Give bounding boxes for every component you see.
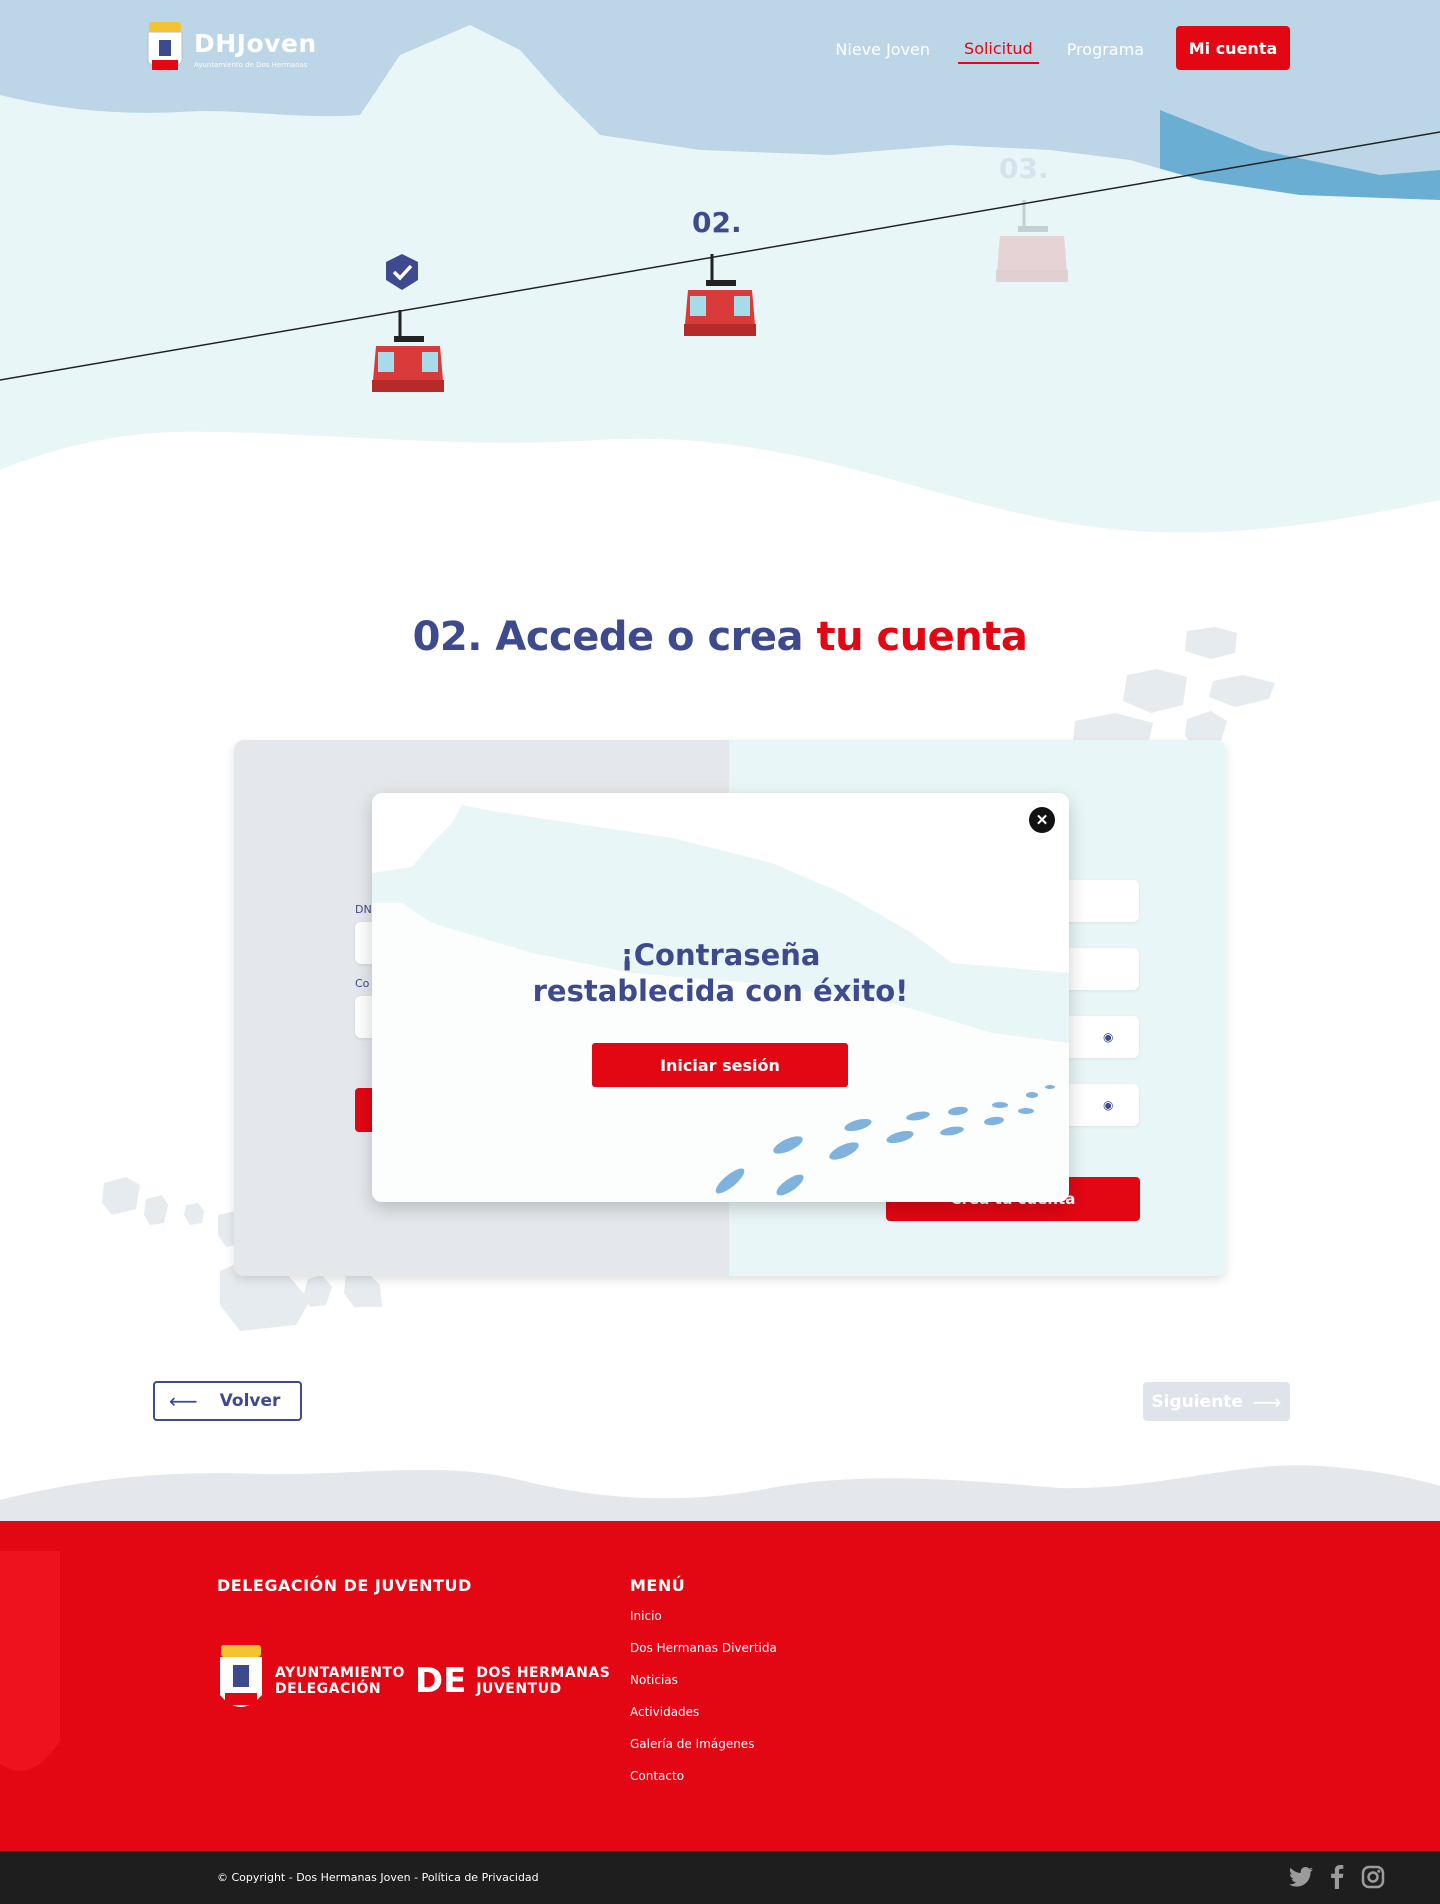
instagram-icon[interactable] xyxy=(1360,1864,1386,1890)
modal-title-line-1: ¡Contraseña xyxy=(620,938,821,972)
footer-menu: Inicio Dos Hermanas Divertida Noticias A… xyxy=(630,1609,777,1801)
social-links xyxy=(1288,1864,1386,1890)
eye-icon[interactable]: ◉ xyxy=(1103,1098,1113,1112)
hero-banner: DHJoven Ayuntamiento de Dos Hermanas Nie… xyxy=(0,0,1440,580)
footer-link-actividades[interactable]: Actividades xyxy=(630,1705,777,1737)
back-button-label: Volver xyxy=(219,1391,281,1411)
footer-link-noticias[interactable]: Noticias xyxy=(630,1673,777,1705)
footer-logo-line-4: JUVENTUD xyxy=(476,1681,562,1697)
my-account-button[interactable]: Mi cuenta xyxy=(1176,26,1290,70)
close-icon[interactable]: ✕ xyxy=(1029,807,1055,833)
copyright-text[interactable]: © Copyright - Dos Hermanas Joven - Polít… xyxy=(217,1871,539,1884)
modal-title-line-2: restablecida con éxito! xyxy=(532,974,909,1008)
next-button-label: Siguiente xyxy=(1151,1391,1243,1412)
arrow-right-icon: ⟶ xyxy=(1252,1389,1282,1414)
next-button[interactable]: Siguiente ⟶ xyxy=(1143,1382,1290,1421)
footer-logo-de: DE xyxy=(414,1661,467,1701)
site-footer: DELEGACIÓN DE JUVENTUD AYUNTAMIENTO DELE… xyxy=(0,1521,1440,1851)
dni-label: DN xyxy=(355,903,372,916)
coat-of-arms-watermark-icon xyxy=(0,1551,60,1771)
site-logo[interactable]: DHJoven Ayuntamiento de Dos Hermanas xyxy=(146,20,317,80)
eye-icon[interactable]: ◉ xyxy=(1103,1030,1113,1044)
nav-programa[interactable]: Programa xyxy=(1061,34,1150,63)
footer-snow-decoration xyxy=(0,1465,1440,1522)
page-title-highlight: tu cuenta xyxy=(816,614,1028,660)
back-button[interactable]: ⟵ Volver xyxy=(153,1381,302,1421)
login-button[interactable]: Iniciar sesión xyxy=(592,1043,848,1087)
bottom-bar: © Copyright - Dos Hermanas Joven - Polít… xyxy=(0,1851,1440,1904)
arrow-left-icon: ⟵ xyxy=(169,1389,198,1413)
footer-menu-heading: MENÚ xyxy=(630,1576,686,1595)
footer-link-inicio[interactable]: Inicio xyxy=(630,1609,777,1641)
step-current-label: 02. xyxy=(692,206,742,239)
footer-logo-line-1: AYUNTAMIENTO xyxy=(275,1665,405,1681)
footer-logo-line-3: DOS HERMANAS xyxy=(476,1665,611,1681)
coat-of-arms-icon xyxy=(220,1645,262,1707)
logo-title: DHJoven xyxy=(194,29,317,58)
coat-of-arms-icon xyxy=(147,22,183,72)
page-title-main: 02. Accede o crea xyxy=(412,614,804,660)
footer-delegation-heading: DELEGACIÓN DE JUVENTUD xyxy=(217,1576,472,1595)
main-nav: Nieve Joven Solicitud Programa Mi cuenta xyxy=(829,26,1290,70)
success-modal: ✕ ¡Contraseña restablecida con éxito! In… xyxy=(372,793,1069,1202)
facebook-icon[interactable] xyxy=(1324,1864,1350,1890)
modal-title: ¡Contraseña restablecida con éxito! xyxy=(372,937,1069,1009)
twitter-icon[interactable] xyxy=(1288,1864,1314,1890)
password-label: Co xyxy=(355,977,370,990)
logo-subtitle: Ayuntamiento de Dos Hermanas xyxy=(194,61,308,69)
footer-link-galeria[interactable]: Galería de Imágenes xyxy=(630,1737,777,1769)
footer-logo: AYUNTAMIENTO DELEGACIÓN DE DOS HERMANAS … xyxy=(217,1643,610,1719)
nav-solicitud[interactable]: Solicitud xyxy=(958,33,1039,64)
mountain-background xyxy=(0,0,1440,580)
nav-nieve-joven[interactable]: Nieve Joven xyxy=(829,34,936,63)
footer-logo-line-2: DELEGACIÓN xyxy=(275,1681,382,1697)
footer-link-dos-hermanas-divertida[interactable]: Dos Hermanas Divertida xyxy=(630,1641,777,1673)
step-next-label: 03. xyxy=(999,152,1049,185)
footer-link-contacto[interactable]: Contacto xyxy=(630,1769,777,1801)
